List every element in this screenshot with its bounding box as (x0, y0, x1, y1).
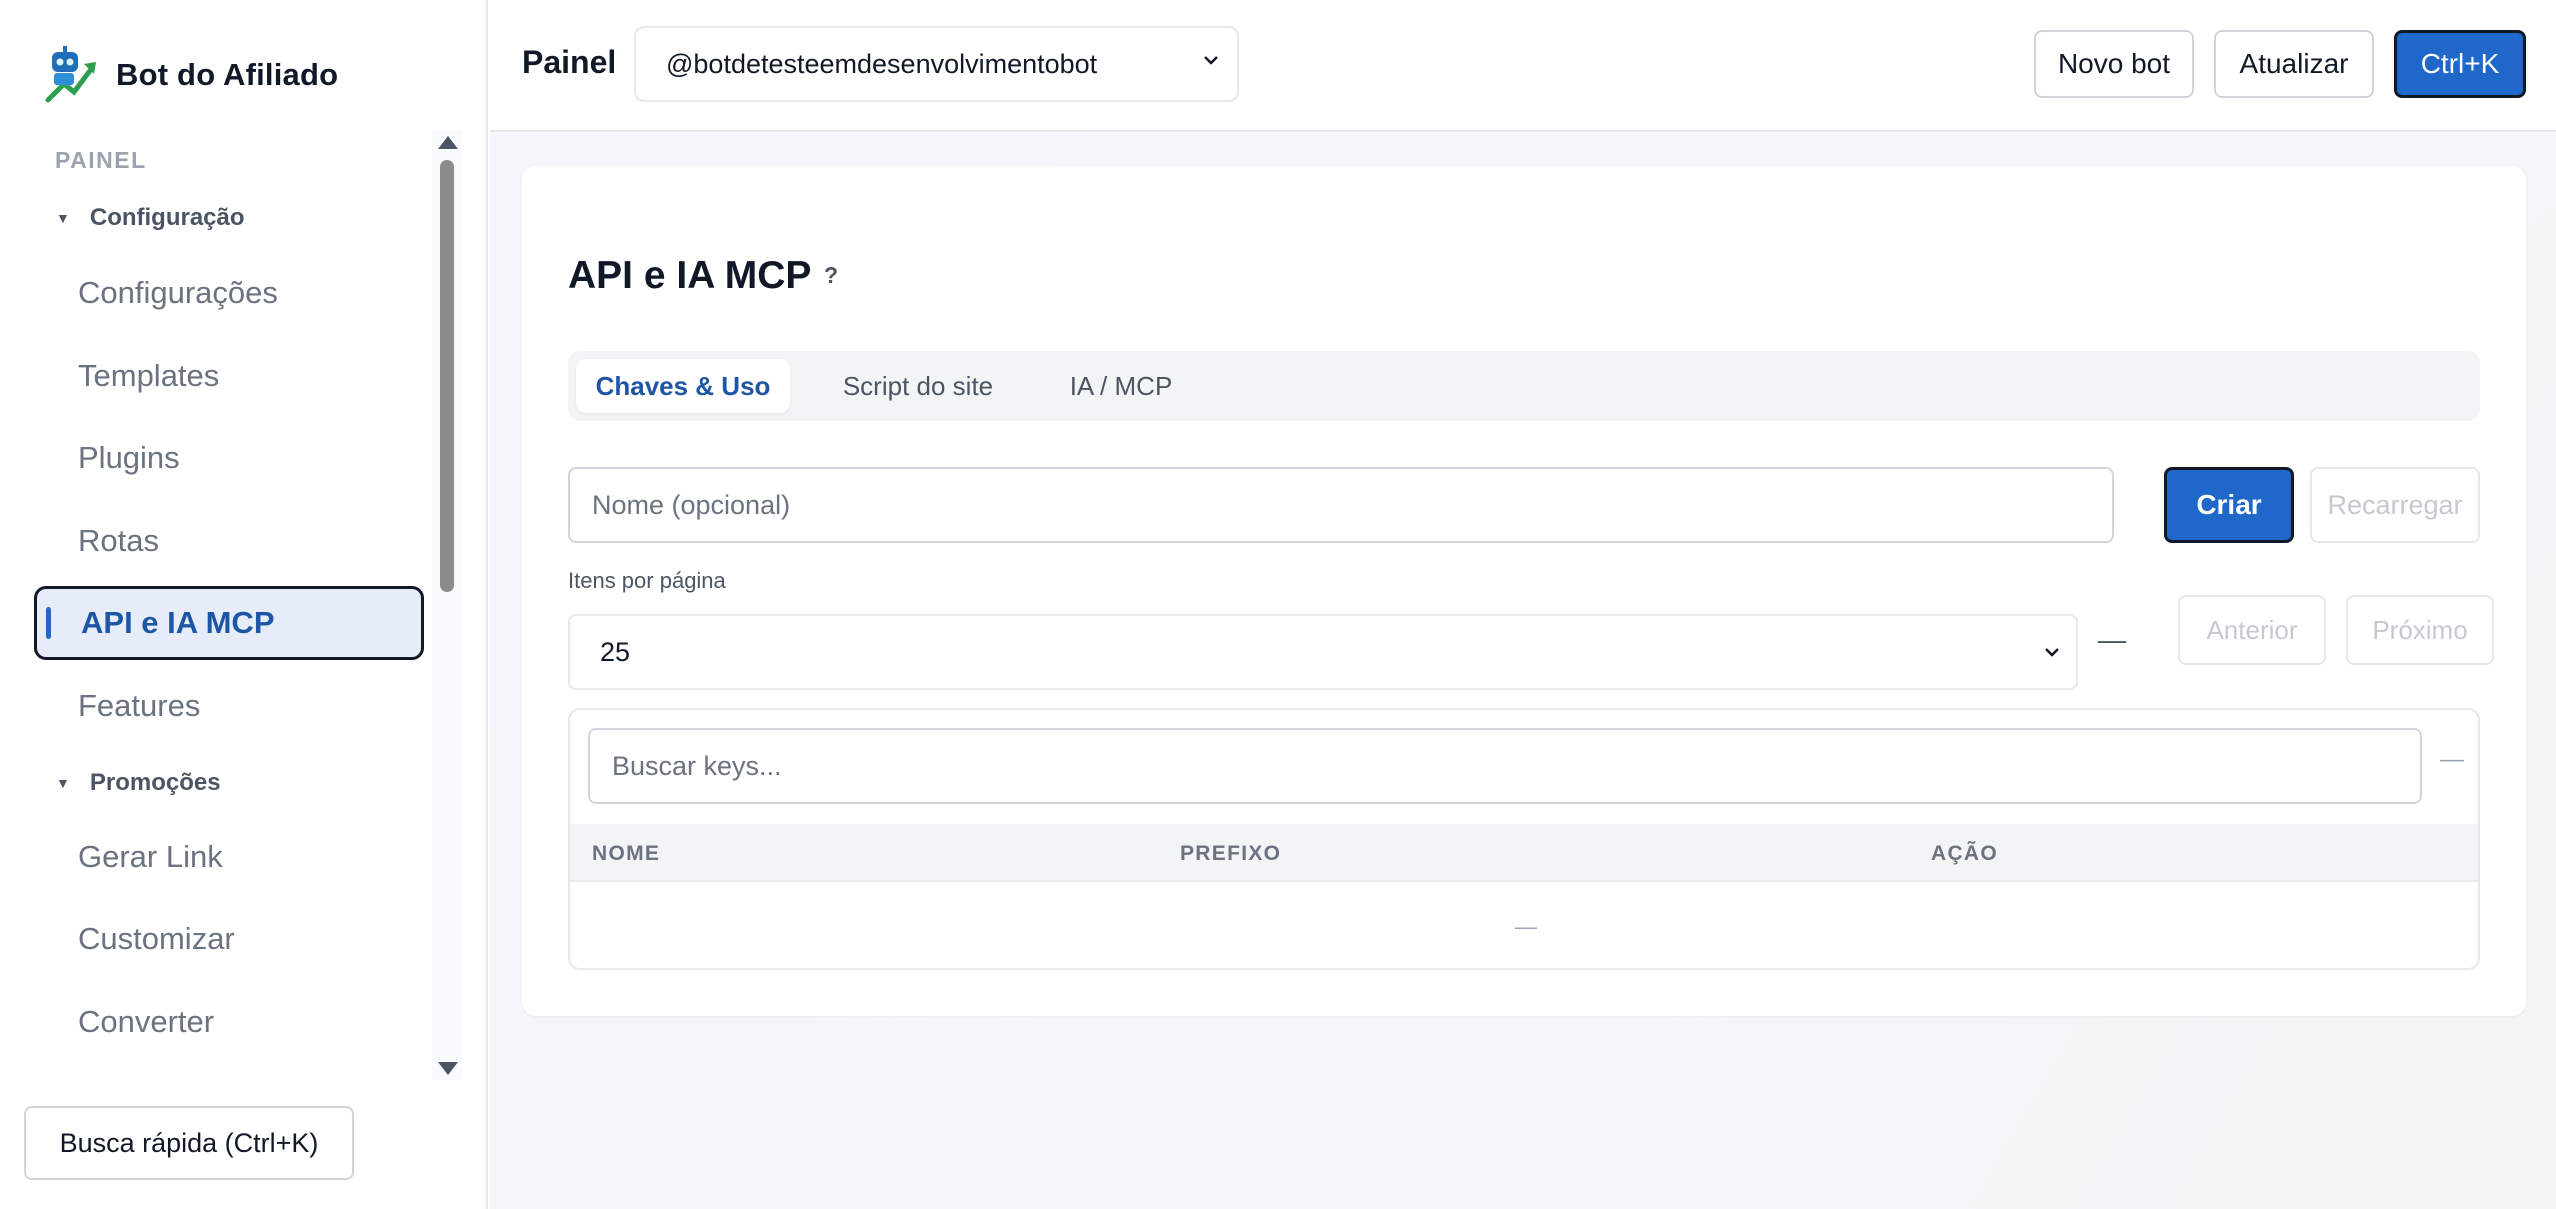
sidebar: Bot do Afiliado PAINEL ▼ Configuração Co… (0, 0, 488, 1209)
caret-down-icon: ▼ (56, 775, 70, 791)
create-key-button[interactable]: Criar (2164, 467, 2294, 543)
search-keys-input[interactable] (588, 728, 2422, 804)
keys-table: — NOME PREFIXO AÇÃO — (568, 708, 2480, 970)
per-page-label: Itens por página (568, 568, 726, 593)
tab-bar: Chaves & Uso Script do site IA / MCP (568, 351, 2480, 421)
brand[interactable]: Bot do Afiliado (44, 44, 338, 106)
scroll-down-arrow-icon[interactable] (438, 1062, 458, 1075)
sidebar-item-api-ia-mcp[interactable]: API e IA MCP (34, 586, 424, 660)
bot-select[interactable]: @botdetesteemdesenvolvimentobot (634, 26, 1239, 102)
nav-group-promocoes[interactable]: ▼ Promoções (56, 769, 221, 797)
brand-name: Bot do Afiliado (116, 57, 339, 92)
nav-group-configuracao[interactable]: ▼ Configuração (56, 204, 245, 232)
per-page-select[interactable]: 25 (568, 614, 2078, 690)
quick-search-button[interactable]: Busca rápida (Ctrl+K) (24, 1106, 354, 1180)
bot-select-value: @botdetesteemdesenvolvimentobot (666, 48, 1098, 79)
new-bot-button[interactable]: Novo bot (2034, 30, 2194, 98)
scroll-up-arrow-icon[interactable] (438, 136, 458, 149)
key-name-input[interactable] (568, 467, 2114, 543)
topbar: Painel @botdetesteemdesenvolvimentobot N… (490, 0, 2556, 132)
main-area: Painel @botdetesteemdesenvolvimentobot N… (490, 0, 2556, 1209)
nav-group-label: Configuração (89, 204, 245, 231)
sidebar-item-converter[interactable]: Converter (34, 985, 424, 1059)
refresh-button[interactable]: Atualizar (2214, 30, 2374, 98)
sidebar-item-gerar-link[interactable]: Gerar Link (34, 820, 424, 894)
sidebar-item-features[interactable]: Features (34, 669, 424, 743)
chevron-down-icon (1204, 56, 1218, 65)
nav-section-title: PAINEL (55, 147, 147, 173)
sidebar-item-configuracoes[interactable]: Configurações (34, 256, 424, 330)
nav-group-label: Promoções (89, 769, 221, 796)
sidebar-item-rotas[interactable]: Rotas (34, 504, 424, 578)
caret-down-icon: ▼ (56, 210, 70, 226)
sidebar-item-templates[interactable]: Templates (34, 339, 424, 413)
previous-page-button[interactable]: Anterior (2178, 595, 2326, 665)
page-title: API e IA MCP (568, 254, 812, 297)
sidebar-item-customizar[interactable]: Customizar (34, 902, 424, 976)
per-page-value: 25 (600, 636, 631, 667)
tab-chaves-uso[interactable]: Chaves & Uso (576, 359, 790, 413)
sidebar-item-plugins[interactable]: Plugins (34, 421, 424, 495)
column-header-acao: AÇÃO (1931, 842, 1999, 865)
column-header-prefixo: PREFIXO (1180, 842, 1282, 865)
command-palette-button[interactable]: Ctrl+K (2394, 30, 2526, 98)
search-result-count: — (2440, 746, 2464, 773)
next-page-button[interactable]: Próximo (2346, 595, 2494, 665)
page-indicator: — (2098, 624, 2126, 655)
scrollbar-thumb[interactable] (440, 160, 454, 592)
reload-button[interactable]: Recarregar (2310, 467, 2480, 543)
column-header-nome: NOME (592, 842, 661, 865)
chevron-down-icon (2045, 648, 2059, 657)
robot-logo-icon (45, 46, 96, 103)
sidebar-nav: PAINEL ▼ Configuração Configurações Temp… (0, 130, 460, 1080)
help-icon[interactable]: ? (824, 262, 838, 289)
api-card: API e IA MCP ? Chaves & Uso Script do si… (522, 166, 2526, 1016)
topbar-title: Painel (522, 44, 617, 80)
tab-ia-mcp[interactable]: IA / MCP (1046, 359, 1196, 413)
tab-script-do-site[interactable]: Script do site (808, 359, 1028, 413)
table-empty-row: — (1515, 914, 1537, 939)
table-header: NOME PREFIXO AÇÃO (570, 824, 2478, 882)
